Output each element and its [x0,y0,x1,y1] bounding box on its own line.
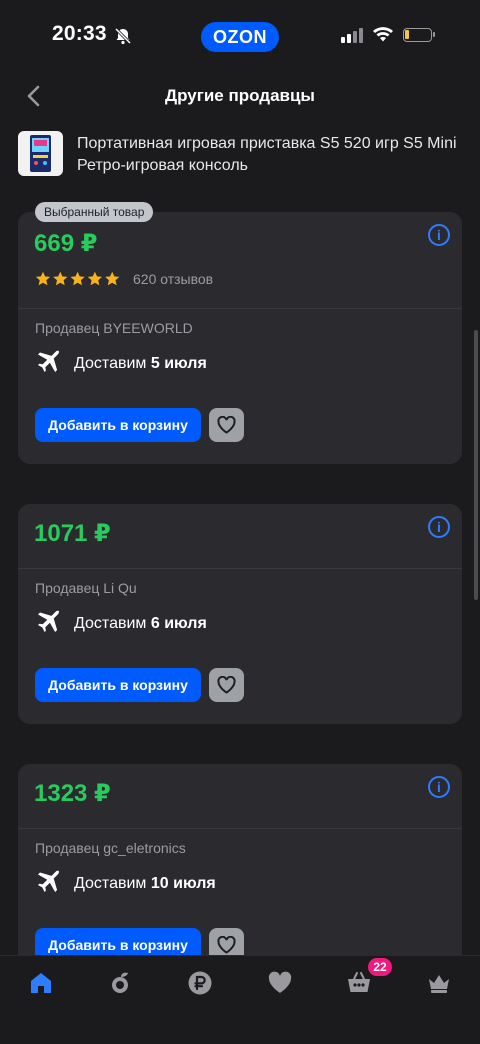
review-count[interactable]: 620 отзывов [133,271,213,287]
offer-price: 669 ₽ [34,230,98,257]
battery-icon [403,28,435,42]
delivery-label: Доставим [74,875,147,892]
delivery-date: 5 июля [150,355,207,372]
offer-price: 1071 ₽ [34,520,111,547]
delivery-info: Доставим 6 июля [74,615,207,633]
bell-muted-icon [114,27,132,45]
favorite-button[interactable] [209,668,244,702]
cellular-signal-icon [341,28,363,43]
favorite-button[interactable] [209,408,244,442]
delivery-info: Доставим 10 июля [74,875,216,893]
status-bar: 20:33 OZON [0,0,480,72]
offer-card: 1071 ₽ i Продавец Li Qu Доставим 6 июля … [18,504,462,724]
scrollbar[interactable] [474,330,478,600]
add-to-cart-button[interactable]: Добавить в корзину [35,668,201,702]
page-title: Другие продавцы [165,86,315,105]
ruble-icon[interactable] [187,970,213,996]
delivery-date: 10 июля [150,875,216,892]
seller-name[interactable]: Продавец gc_eletronics [35,840,186,856]
home-icon[interactable] [28,970,54,996]
rating-stars-icon [35,271,120,286]
airplane-icon [38,610,60,632]
ozon-logo: OZON [201,22,279,52]
cart-count-badge: 22 [368,958,392,976]
offer-price: 1323 ₽ [34,780,111,807]
heart-icon [217,936,236,954]
product-name[interactable]: Портативная игровая приставка S5 520 игр… [77,133,462,177]
status-time: 20:33 [52,22,107,45]
fresh-icon[interactable] [108,970,134,996]
product-thumbnail[interactable] [18,131,63,176]
add-to-cart-button[interactable]: Добавить в корзину [35,408,201,442]
delivery-label: Доставим [74,615,147,632]
airplane-icon [38,870,60,892]
bottom-navigation: 22 [0,955,480,1044]
divider [18,568,462,569]
wifi-icon [373,27,393,42]
offer-card: 669 ₽ i 620 отзывов Продавец BYEEWORLD Д… [18,212,462,464]
info-icon[interactable]: i [428,776,450,798]
delivery-info: Доставим 5 июля [74,355,207,373]
favorites-icon[interactable] [267,970,293,996]
divider [18,308,462,309]
airplane-icon [38,350,60,372]
heart-icon [217,676,236,694]
heart-icon [217,416,236,434]
offer-card: 1323 ₽ i Продавец gc_eletronics Доставим… [18,764,462,964]
cart-icon[interactable] [346,970,372,996]
crown-icon[interactable] [426,970,452,996]
seller-name[interactable]: Продавец Li Qu [35,580,137,596]
selected-item-badge: Выбранный товар [35,202,154,222]
info-icon[interactable]: i [428,516,450,538]
delivery-date: 6 июля [150,615,207,632]
delivery-label: Доставим [74,355,147,372]
divider [18,828,462,829]
seller-name[interactable]: Продавец BYEEWORLD [35,320,193,336]
info-icon[interactable]: i [428,224,450,246]
